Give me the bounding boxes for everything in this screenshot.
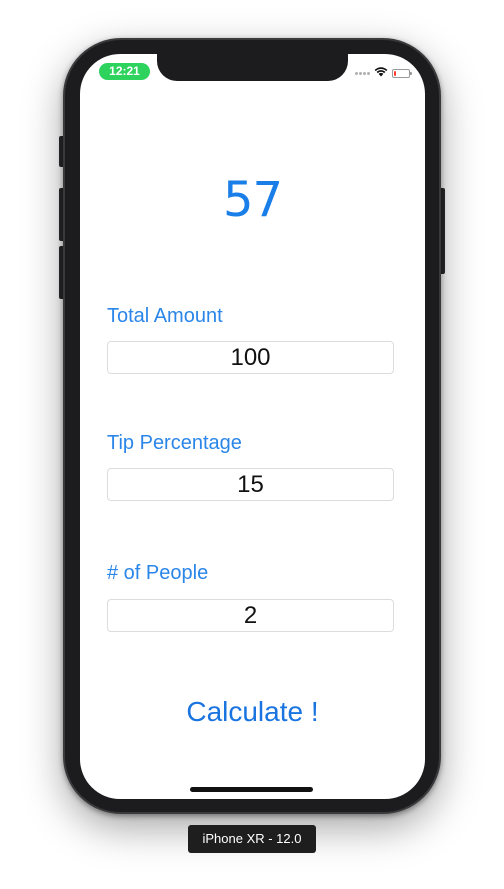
calculate-button[interactable]: Calculate !	[80, 692, 425, 732]
total-amount-label: Total Amount	[107, 305, 223, 327]
home-indicator[interactable]	[190, 787, 313, 792]
result-value: 57	[222, 172, 283, 228]
battery-icon	[392, 68, 412, 78]
total-amount-input[interactable]	[107, 341, 394, 374]
people-count-label: # of People	[107, 562, 209, 584]
status-time: 12:21	[99, 63, 150, 80]
signal-icon	[355, 71, 370, 75]
battery-level	[394, 70, 396, 76]
notch	[157, 54, 348, 81]
tip-percentage-input[interactable]	[107, 468, 394, 501]
device-caption: iPhone XR - 12.0	[188, 825, 316, 853]
wifi-icon	[374, 64, 388, 82]
tip-percentage-label: Tip Percentage	[107, 432, 242, 454]
people-count-input[interactable]	[107, 599, 394, 632]
app-screen: 12:21 57 Total Amount Tip Percentage # o…	[80, 54, 425, 799]
status-icons	[355, 64, 412, 82]
simulator-stage: 12:21 57 Total Amount Tip Percentage # o…	[0, 0, 504, 889]
